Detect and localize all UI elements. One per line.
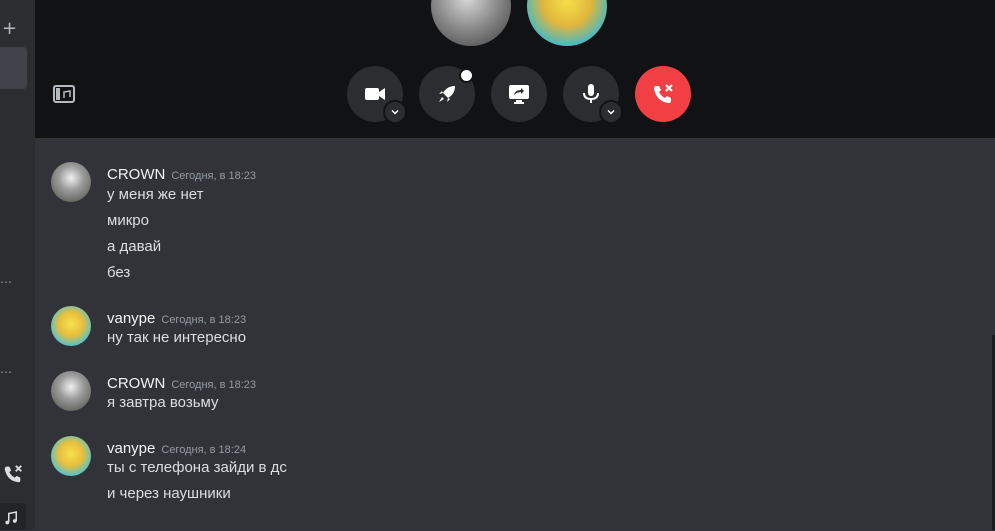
camera-options-button[interactable] <box>383 100 407 124</box>
avatar[interactable] <box>51 162 91 202</box>
timestamp: Сегодня, в 18:23 <box>161 314 247 326</box>
activities-button[interactable] <box>419 66 475 122</box>
notification-dot <box>459 68 474 83</box>
screen-share-button[interactable] <box>491 66 547 122</box>
message-text: без <box>107 264 131 281</box>
participant-avatar-crown[interactable] <box>431 0 511 46</box>
hang-up-icon <box>654 84 673 103</box>
add-icon[interactable]: + <box>2 20 17 38</box>
username[interactable]: CROWN <box>107 166 165 183</box>
more-icon[interactable]: … <box>0 362 12 376</box>
username[interactable]: vanype <box>107 440 155 457</box>
selected-channel-indicator[interactable] <box>0 47 27 89</box>
message-text: ты с телефона зайди в дс <box>107 459 287 476</box>
timestamp: Сегодня, в 18:23 <box>171 379 257 391</box>
timestamp: Сегодня, в 18:24 <box>161 444 247 456</box>
message-text: и через наушники <box>107 485 231 502</box>
popout-icon[interactable] <box>53 84 75 104</box>
timestamp: Сегодня, в 18:23 <box>171 170 257 182</box>
rocket-icon <box>439 86 455 102</box>
microphone-icon <box>583 84 599 103</box>
avatar[interactable] <box>51 436 91 476</box>
message-text: я завтра возьму <box>107 394 219 411</box>
hang-up-button[interactable] <box>635 66 691 122</box>
sidebar-strip: + ‥. … <box>0 0 35 530</box>
message-text: ну так не интересно <box>107 329 247 346</box>
screen-share-icon <box>509 85 529 104</box>
call-disconnect-icon[interactable] <box>2 463 24 485</box>
avatar[interactable] <box>51 306 91 346</box>
camera-button[interactable] <box>347 66 407 124</box>
message-text: а давай <box>107 238 162 255</box>
chevron-down-icon <box>607 109 615 115</box>
participant-avatar-vanype[interactable] <box>527 0 607 46</box>
chevron-down-icon <box>391 109 399 115</box>
voice-call-area <box>35 0 995 138</box>
music-icon[interactable] <box>0 503 26 530</box>
username[interactable]: vanype <box>107 310 155 327</box>
message-text: микро <box>107 212 149 229</box>
more-icon[interactable]: ‥. <box>0 272 12 286</box>
message-list: CROWN Сегодня, в 18:23 у меня же нет микр… <box>35 138 995 530</box>
microphone-button[interactable] <box>563 66 623 124</box>
video-camera-icon <box>365 88 385 100</box>
message-text: у меня же нет <box>107 186 204 203</box>
username[interactable]: CROWN <box>107 375 165 392</box>
avatar[interactable] <box>51 371 91 411</box>
microphone-options-button[interactable] <box>599 100 623 124</box>
